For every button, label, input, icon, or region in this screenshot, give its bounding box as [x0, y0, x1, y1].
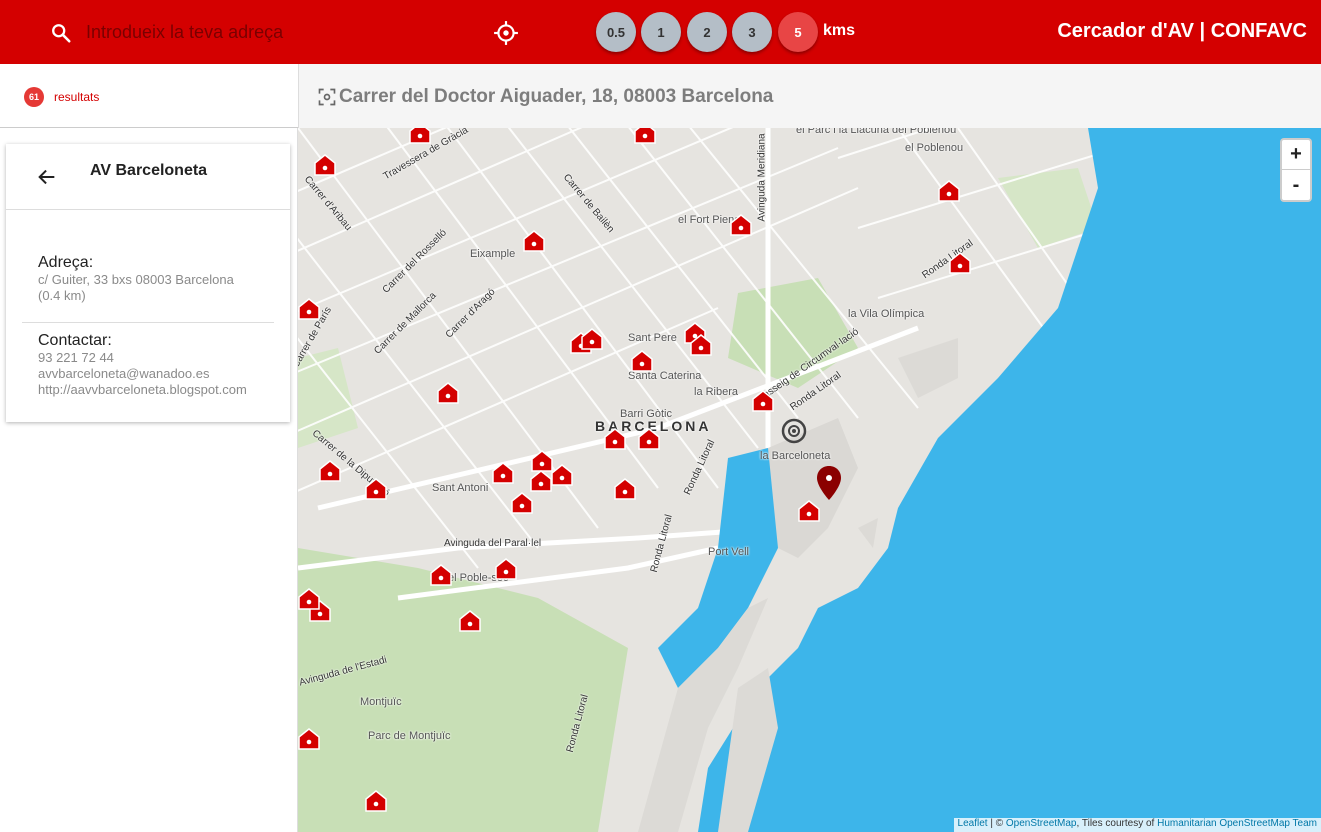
place-label-parc-montjuic: Parc de Montjuïc — [368, 730, 451, 742]
association-marker[interactable] — [319, 460, 341, 482]
association-marker[interactable] — [690, 334, 712, 356]
association-phone[interactable]: 93 221 72 44 — [38, 350, 264, 366]
app-header: 0.5 1 2 3 5 kms Cercador d'AV | CONFAVC — [0, 0, 1321, 64]
radius-unit-label: kms — [823, 22, 856, 39]
address-label: Adreça: — [38, 254, 94, 271]
place-label-montjuic: Montjuïc — [360, 696, 402, 708]
attribution-tiles-text: , Tiles courtesy of — [1076, 818, 1158, 829]
radius-button-5[interactable]: 5 — [778, 12, 818, 52]
association-name: AV Barceloneta — [90, 162, 208, 179]
place-label-la-ribera: la Ribera — [694, 386, 739, 398]
place-label-barceloneta: la Barceloneta — [760, 450, 831, 462]
my-location-icon[interactable] — [493, 20, 519, 46]
zoom-in-button[interactable]: + — [1282, 140, 1310, 170]
place-label-vila-olimpica: la Vila Olímpica — [848, 308, 925, 320]
association-marker[interactable] — [949, 252, 971, 274]
place-label-eixample: Eixample — [470, 248, 516, 260]
zoom-out-button[interactable]: - — [1282, 170, 1310, 200]
place-label-poblenou: el Poblenou — [905, 142, 964, 154]
association-marker[interactable] — [631, 350, 653, 372]
association-marker[interactable] — [581, 328, 603, 350]
attribution-separator: | © — [987, 818, 1006, 829]
association-marker[interactable] — [298, 588, 320, 610]
arrow-back-icon[interactable] — [36, 166, 58, 188]
association-marker[interactable] — [798, 500, 820, 522]
road-label-parallel: Avinguda del Paral·lel — [444, 538, 542, 549]
association-marker[interactable] — [495, 558, 517, 580]
association-marker[interactable] — [752, 390, 774, 412]
association-marker[interactable] — [365, 478, 387, 500]
selected-location-pin[interactable] — [817, 466, 841, 500]
association-marker[interactable] — [511, 492, 533, 514]
map-view[interactable]: el Parc i la Llacuna del Poblenou el Pob… — [298, 128, 1321, 832]
association-marker[interactable] — [604, 428, 626, 450]
radius-button-0-5[interactable]: 0.5 — [596, 12, 636, 52]
association-marker[interactable] — [298, 298, 320, 320]
association-marker[interactable] — [638, 428, 660, 450]
association-marker[interactable] — [551, 464, 573, 486]
association-marker[interactable] — [634, 128, 656, 144]
radius-button-1[interactable]: 1 — [641, 12, 681, 52]
contact-label: Contactar: — [38, 332, 112, 349]
place-label-sant-pere: Sant Pere — [628, 332, 677, 344]
road-label-meridiana: Avinguda Meridiana — [756, 133, 768, 222]
radius-button-3[interactable]: 3 — [732, 12, 772, 52]
place-label-parc-llacuna: el Parc i la Llacuna del Poblenou — [796, 128, 957, 136]
association-marker[interactable] — [459, 610, 481, 632]
association-website[interactable]: http://aavvbarceloneta.blogspot.com — [38, 382, 264, 398]
association-distance: (0.4 km) — [38, 288, 86, 303]
search-icon[interactable] — [50, 22, 72, 44]
association-marker[interactable] — [437, 382, 459, 404]
association-address: c/ Guiter, 33 bxs 08003 Barcelona — [38, 272, 234, 287]
association-marker[interactable] — [298, 728, 320, 750]
association-marker[interactable] — [730, 214, 752, 236]
center-focus-icon[interactable] — [317, 87, 337, 107]
radius-button-2[interactable]: 2 — [687, 12, 727, 52]
association-marker[interactable] — [365, 790, 387, 812]
association-email[interactable]: avvbarceloneta@wanadoo.es — [38, 366, 264, 382]
association-marker[interactable] — [530, 470, 552, 492]
address-bar: Carrer del Doctor Aiguader, 18, 08003 Ba… — [298, 64, 1321, 128]
current-address: Carrer del Doctor Aiguader, 18, 08003 Ba… — [339, 86, 774, 107]
card-header: AV Barceloneta — [6, 144, 290, 210]
map-attribution: Leaflet | © OpenStreetMap, Tiles courtes… — [953, 818, 1321, 832]
association-marker[interactable] — [430, 564, 452, 586]
association-marker[interactable] — [409, 128, 431, 144]
sidebar: AV Barceloneta Adreça: c/ Guiter, 33 bxs… — [0, 128, 298, 832]
place-label-sant-antoni: Sant Antoni — [432, 482, 489, 494]
results-bar: 61 resultats — [0, 64, 298, 128]
results-count-badge: 61 — [24, 87, 44, 107]
association-detail-card: AV Barceloneta Adreça: c/ Guiter, 33 bxs… — [6, 144, 290, 422]
zoom-control: + - — [1280, 138, 1312, 202]
divider — [22, 322, 274, 323]
association-marker[interactable] — [314, 154, 336, 176]
leaflet-link[interactable]: Leaflet — [958, 818, 988, 829]
place-label-port-vell: Port Vell — [708, 546, 749, 558]
results-label: resultats — [54, 90, 100, 104]
association-marker[interactable] — [492, 462, 514, 484]
osm-link[interactable]: OpenStreetMap — [1006, 818, 1077, 829]
app-title: Cercador d'AV | CONFAVC — [1057, 20, 1307, 42]
search-input[interactable] — [86, 16, 406, 48]
association-marker[interactable] — [523, 230, 545, 252]
map-base-layer — [298, 128, 1321, 832]
association-marker[interactable] — [531, 450, 553, 472]
hot-link[interactable]: Humanitarian OpenStreetMap Team — [1157, 818, 1317, 829]
association-marker[interactable] — [938, 180, 960, 202]
association-marker[interactable] — [614, 478, 636, 500]
